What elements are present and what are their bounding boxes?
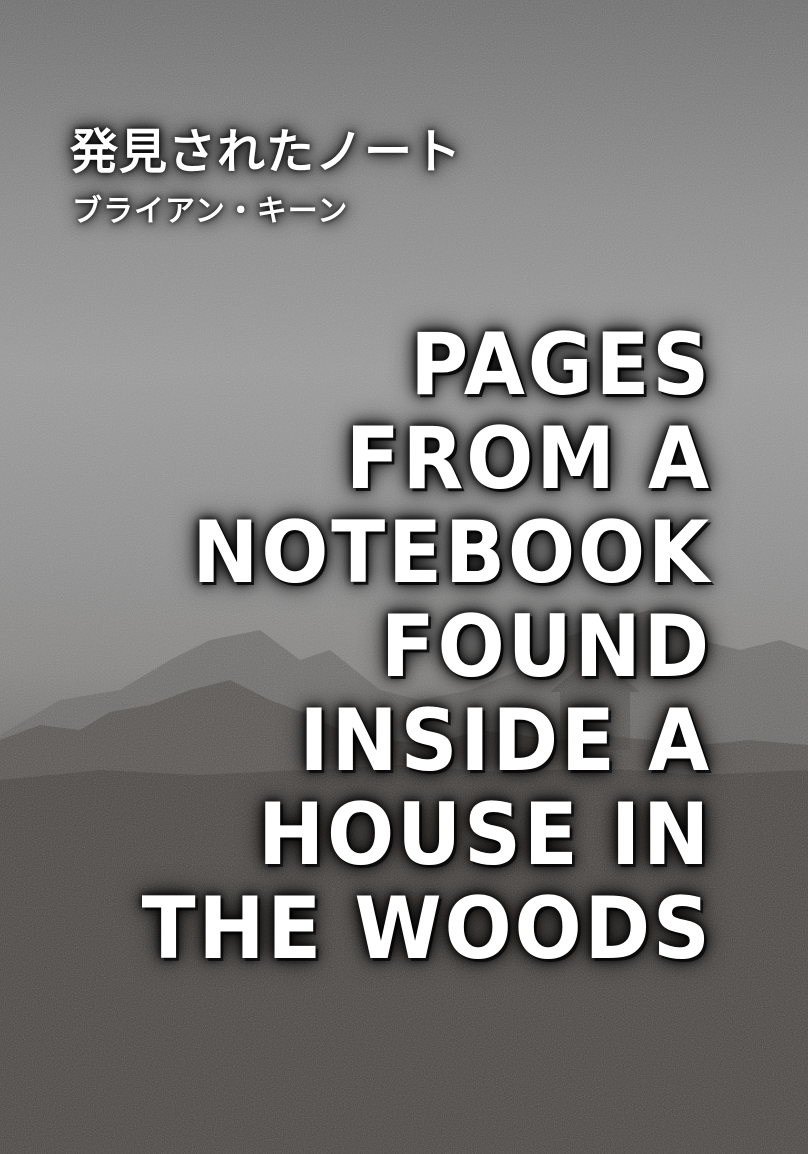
english-title-line-4: FOUND [380, 597, 712, 697]
english-title: PAGES FROM A NOTEBOOK FOUND INSIDE A HOU… [92, 318, 712, 976]
english-title-line-7: THE WOODS [141, 879, 713, 979]
english-title-line-1: PAGES [410, 315, 712, 415]
japanese-author: ブライアン・キーン [72, 194, 349, 229]
book-cover: 発見されたノート ブライアン・キーン PAGES FROM A NOTEBOOK… [0, 0, 808, 1154]
english-title-line-6: HOUSE IN [257, 785, 712, 885]
japanese-title: 発見されたノート [70, 124, 463, 180]
english-title-line-2: FROM A [345, 409, 712, 509]
english-title-line-5: INSIDE A [299, 691, 712, 791]
english-title-line-3: NOTEBOOK [192, 503, 712, 603]
